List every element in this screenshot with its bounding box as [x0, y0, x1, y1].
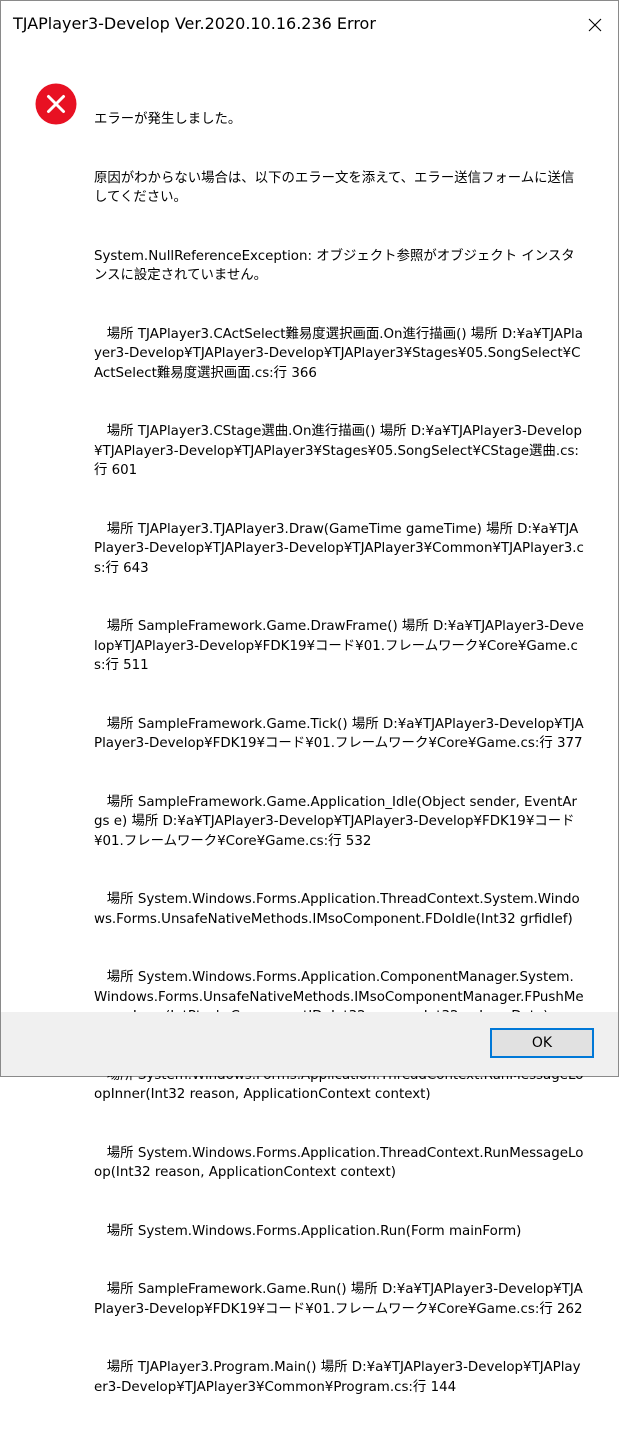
close-icon — [588, 18, 602, 32]
close-button[interactable] — [572, 1, 618, 49]
stack-trace-line: 場所 TJAPlayer3.Program.Main() 場所 D:¥a¥TJA… — [94, 1360, 581, 1395]
error-message: エラーが発生しました。 原因がわからない場合は、以下のエラー文を添えて、エラー送… — [94, 71, 584, 1436]
stack-trace-line: 場所 TJAPlayer3.CActSelect難易度選択画面.On進行描画()… — [94, 326, 583, 381]
message-line: エラーが発生しました。 — [94, 112, 242, 127]
dialog-content: エラーが発生しました。 原因がわからない場合は、以下のエラー文を添えて、エラー送… — [1, 49, 618, 1395]
message-line: System.NullReferenceException: オブジェクト参照が… — [94, 248, 575, 284]
stack-trace-line: 場所 System.Windows.Forms.Application.Thre… — [94, 892, 580, 927]
error-dialog: TJAPlayer3-Develop Ver.2020.10.16.236 Er… — [0, 0, 619, 1395]
ok-button[interactable]: OK — [490, 1028, 594, 1058]
stack-trace-line: 場所 SampleFramework.Game.Run() 場所 D:¥a¥TJ… — [94, 1282, 583, 1317]
message-line: 原因がわからない場合は、以下のエラー文を添えて、エラー送信フォームに送信してくだ… — [94, 170, 575, 206]
stack-trace-line: 場所 SampleFramework.Game.Application_Idle… — [94, 794, 578, 849]
error-icon — [35, 83, 77, 125]
stack-trace-line: 場所 TJAPlayer3.CStage選曲.On進行描画() 場所 D:¥a¥… — [94, 424, 582, 478]
stack-trace-line: 場所 SampleFramework.Game.DrawFrame() 場所 D… — [94, 619, 584, 673]
dialog-footer: OK — [1, 1012, 618, 1076]
window-title: TJAPlayer3-Develop Ver.2020.10.16.236 Er… — [13, 14, 376, 33]
stack-trace-line: 場所 SampleFramework.Game.Tick() 場所 D:¥a¥T… — [94, 716, 584, 752]
stack-trace-line: 場所 TJAPlayer3.TJAPlayer3.Draw(GameTime g… — [94, 521, 584, 576]
stack-trace-line: 場所 System.Windows.Forms.Application.Thre… — [94, 1145, 584, 1181]
stack-trace-line: 場所 System.Windows.Forms.Application.Run(… — [94, 1223, 522, 1239]
title-bar[interactable]: TJAPlayer3-Develop Ver.2020.10.16.236 Er… — [1, 1, 618, 49]
